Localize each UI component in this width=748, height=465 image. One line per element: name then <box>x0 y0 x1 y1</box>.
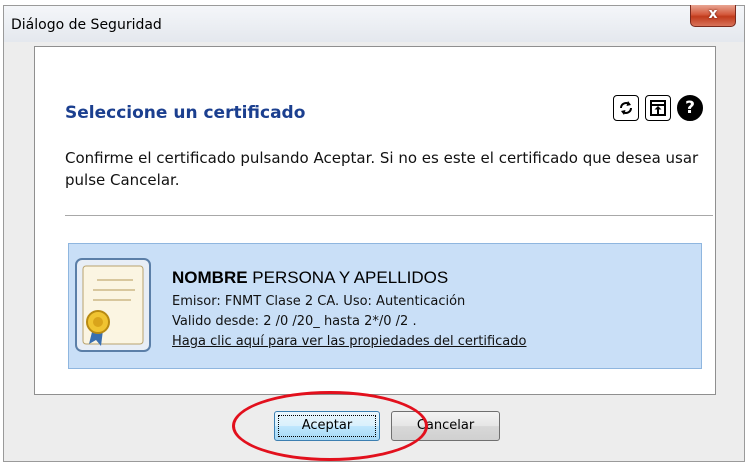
certificate-holder-name: NOMBRE PERSONA Y APELLIDOS <box>172 268 448 288</box>
accept-button[interactable]: Aceptar <box>274 411 380 441</box>
name-value: PERSONA Y APELLIDOS <box>247 268 449 287</box>
help-glyph: ? <box>685 98 695 118</box>
close-icon: x <box>708 6 718 22</box>
security-dialog-window: Diálogo de Seguridad x Seleccione un cer… <box>3 5 745 462</box>
import-icon[interactable] <box>645 95 671 121</box>
title-bar: Diálogo de Seguridad x <box>4 5 744 42</box>
certificate-properties-link[interactable]: Haga clic aquí para ver las propiedades … <box>172 334 526 349</box>
issuer-line: Emisor: FNMT Clase 2 CA. Uso: Autenticac… <box>172 294 466 309</box>
certificate-panel: Seleccione un certificado ? Confirme el … <box>34 46 716 395</box>
help-icon[interactable]: ? <box>677 95 703 121</box>
certificate-icon <box>75 258 151 352</box>
certificate-card[interactable]: NOMBRE PERSONA Y APELLIDOS Emisor: FNMT … <box>68 243 702 369</box>
refresh-icon[interactable] <box>613 95 639 121</box>
instruction-text: Confirme el certificado pulsando Aceptar… <box>65 149 699 189</box>
cancel-button[interactable]: Cancelar <box>391 411 500 441</box>
divider <box>65 215 713 216</box>
name-label: NOMBRE <box>172 268 248 287</box>
validity-line: Valido desde: 2 /0 /20_ hasta 2*/0 /2 . <box>172 314 417 329</box>
focus-ring <box>278 415 376 437</box>
panel-toolbar: ? <box>613 95 703 121</box>
window-title: Diálogo de Seguridad <box>11 17 162 33</box>
panel-heading: Seleccione un certificado <box>65 103 306 123</box>
cancel-label: Cancelar <box>416 418 475 433</box>
close-button[interactable]: x <box>690 5 736 27</box>
